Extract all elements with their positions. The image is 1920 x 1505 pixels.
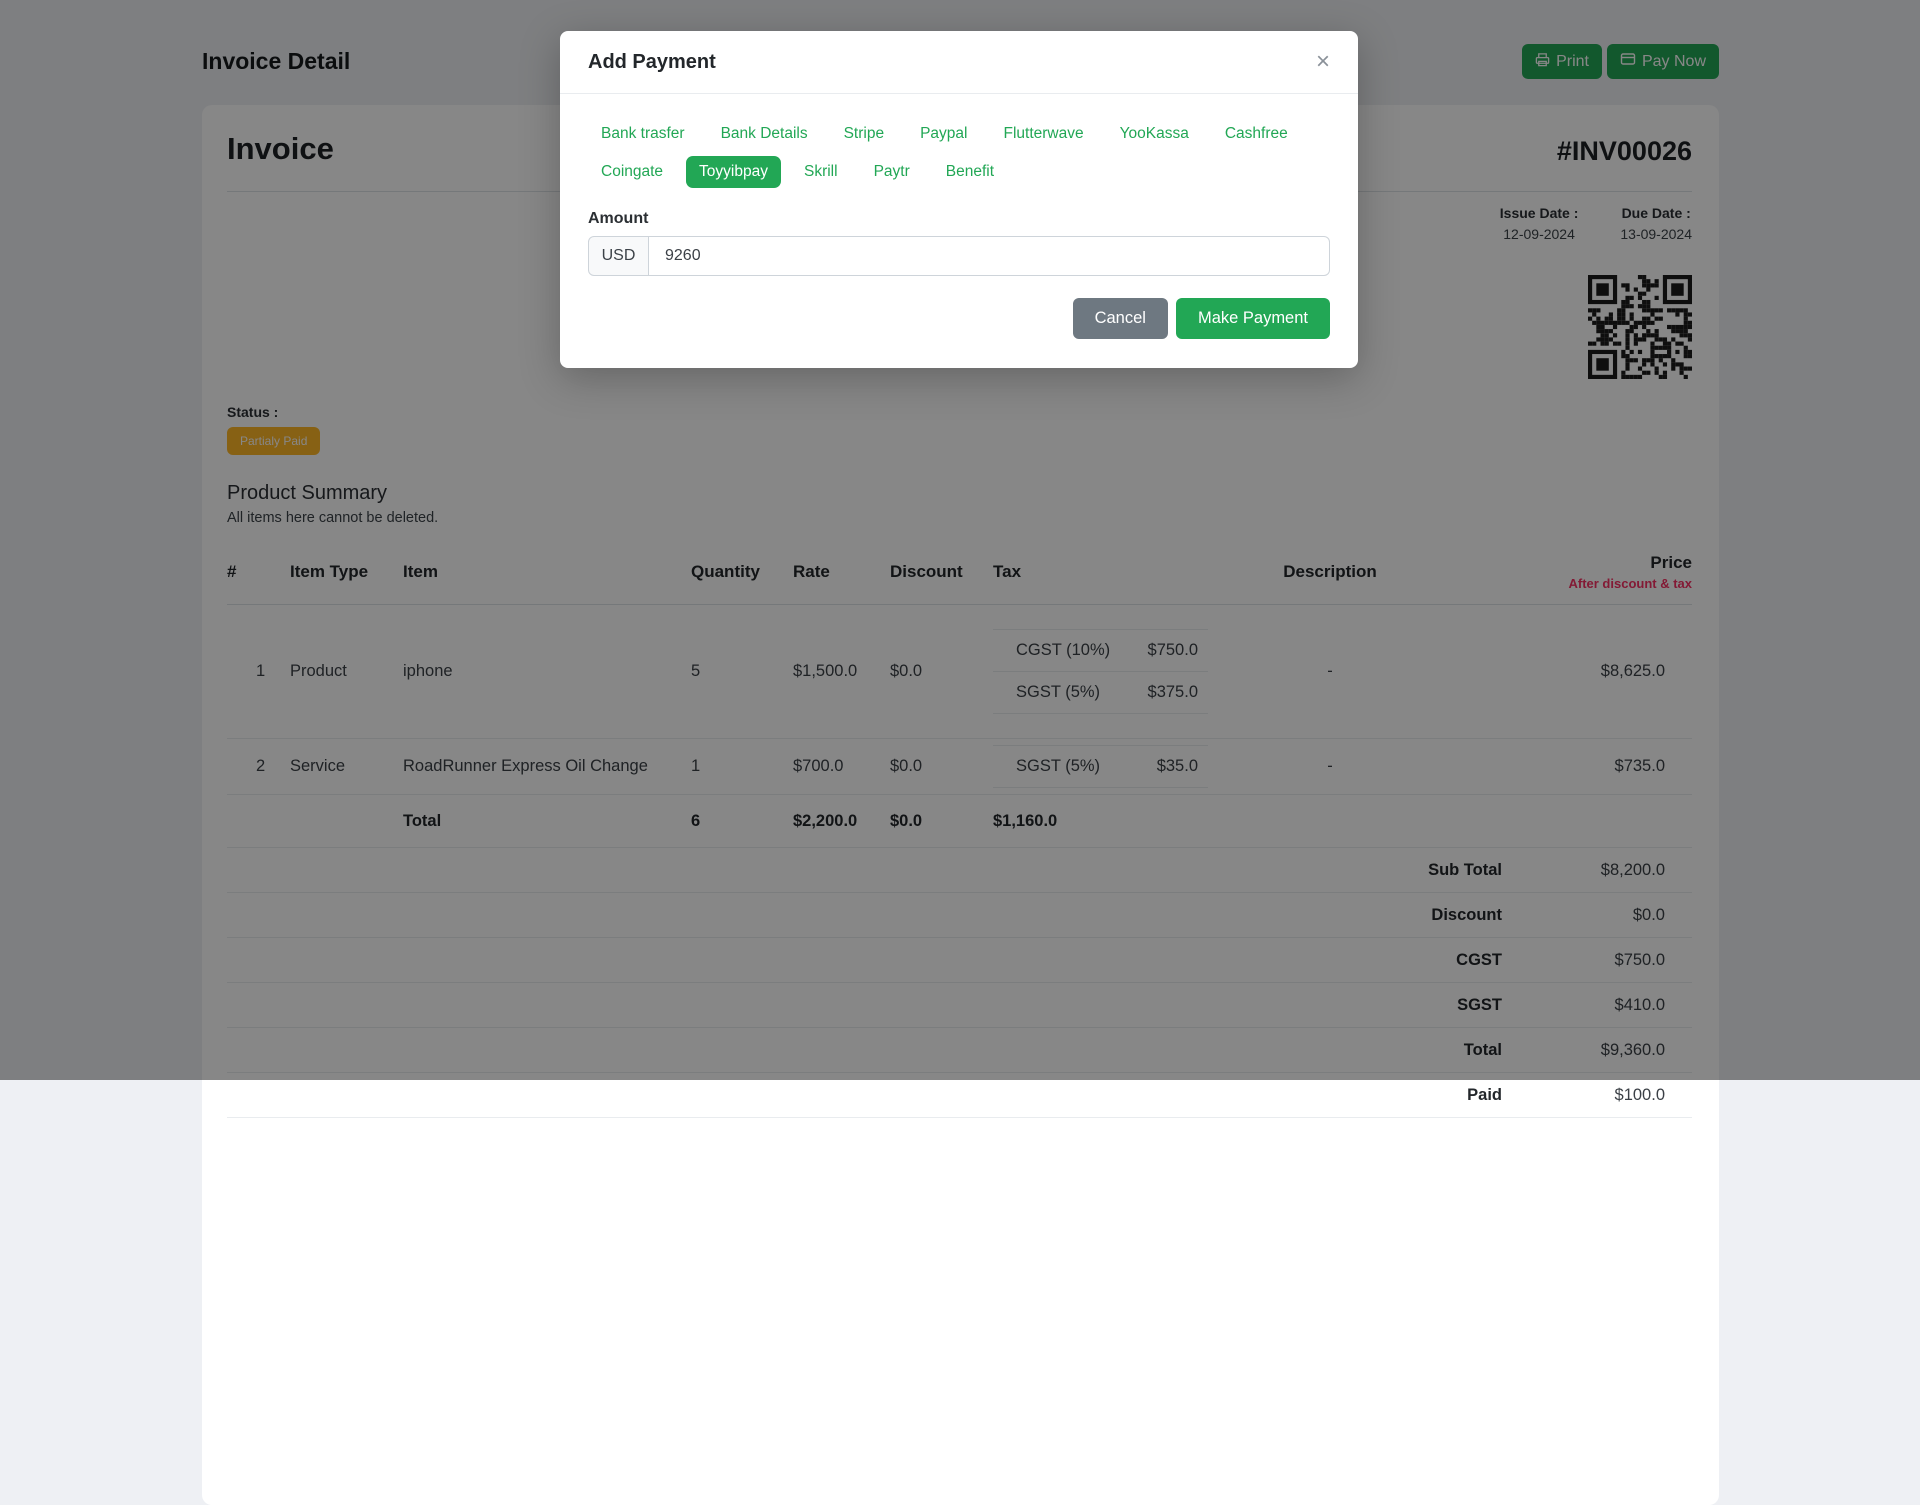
summary-label: Paid xyxy=(227,1086,1502,1105)
payment-method-tabs: Bank trasfer Bank Details Stripe Paypal … xyxy=(588,118,1330,188)
tab-benefit[interactable]: Benefit xyxy=(933,156,1007,188)
amount-input-group: USD xyxy=(588,236,1330,276)
add-payment-modal: Add Payment × Bank trasfer Bank Details … xyxy=(560,31,1358,368)
tab-bank-details[interactable]: Bank Details xyxy=(708,118,821,150)
cancel-button[interactable]: Cancel xyxy=(1073,298,1168,339)
close-icon[interactable]: × xyxy=(1316,50,1330,74)
tab-yookassa[interactable]: YooKassa xyxy=(1107,118,1202,150)
amount-input[interactable] xyxy=(649,236,1330,276)
tab-paypal[interactable]: Paypal xyxy=(907,118,980,150)
modal-body: Bank trasfer Bank Details Stripe Paypal … xyxy=(560,94,1358,276)
tab-flutterwave[interactable]: Flutterwave xyxy=(990,118,1096,150)
tab-stripe[interactable]: Stripe xyxy=(831,118,898,150)
tab-bank-trasfer[interactable]: Bank trasfer xyxy=(588,118,698,150)
currency-prefix: USD xyxy=(588,236,649,276)
tab-toyyibpay[interactable]: Toyyibpay xyxy=(686,156,781,188)
make-payment-button[interactable]: Make Payment xyxy=(1176,298,1330,339)
summary-value: $100.0 xyxy=(1502,1086,1692,1105)
tab-paytr[interactable]: Paytr xyxy=(861,156,923,188)
modal-title: Add Payment xyxy=(588,51,716,74)
amount-label: Amount xyxy=(588,210,1330,228)
tab-coingate[interactable]: Coingate xyxy=(588,156,676,188)
tab-skrill[interactable]: Skrill xyxy=(791,156,851,188)
tab-cashfree[interactable]: Cashfree xyxy=(1212,118,1301,150)
modal-header: Add Payment × xyxy=(560,31,1358,94)
modal-footer: Cancel Make Payment xyxy=(560,276,1358,368)
